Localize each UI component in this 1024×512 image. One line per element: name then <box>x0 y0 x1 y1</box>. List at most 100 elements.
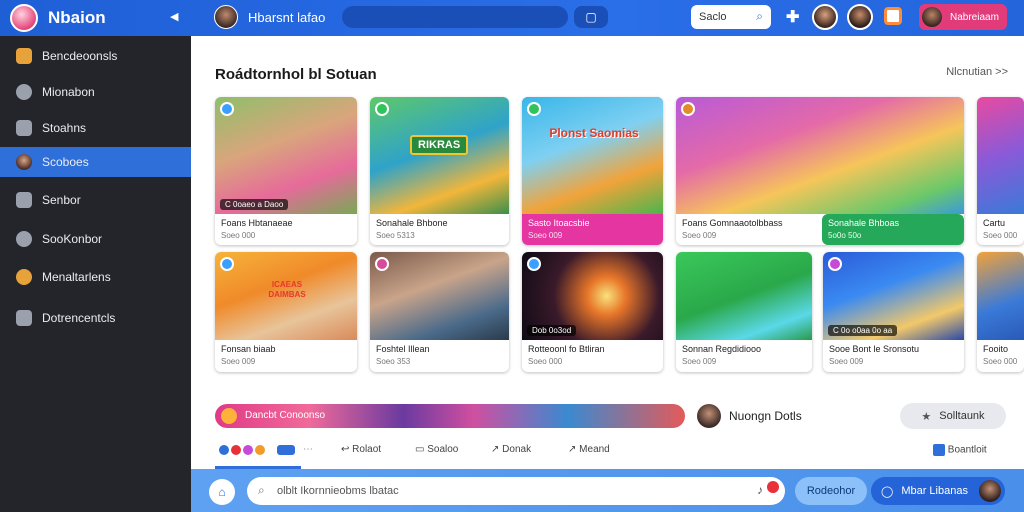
comment-input[interactable]: ⌕ olblt Ikornnieobms lbatac ♪ <box>247 477 785 505</box>
monitor-icon <box>16 192 32 208</box>
follow-button[interactable]: ★ Solltaunk <box>900 403 1006 429</box>
sidebar-item-8[interactable]: Dotrencentcls <box>0 303 191 333</box>
top-bar: Nbaion ◀ Hbarsnt lafao ▢ Saclo ⌕ ✚ Nabre… <box>0 0 1024 36</box>
flag-icon <box>933 444 945 456</box>
thumbnail-title: ICAEAS DAIMBAS <box>268 280 306 299</box>
video-card[interactable]: Dob 0o3od Rotteoonl fo Btliran Soeo 000 <box>522 252 663 372</box>
video-card[interactable]: Foshtel Illean Soeo 353 <box>370 252 509 372</box>
video-card[interactable]: Sonnan Regdidiooo Soeo 009 <box>676 252 812 372</box>
video-card[interactable]: Cartu Soeo 000 <box>977 97 1024 245</box>
creator-avatar <box>697 404 721 428</box>
sidebar: Bencdeoonsls Mionabon Stoahns Scoboes Se… <box>0 36 191 512</box>
collapse-sidebar-icon[interactable]: ◀ <box>170 10 178 23</box>
sidebar-item-7[interactable]: Menaltarlens <box>0 262 191 292</box>
thumb-button[interactable]: ↗ Donak <box>491 444 531 455</box>
featured-strip[interactable]: Dancbt Conoonso <box>215 404 685 428</box>
sidebar-item-6[interactable]: SooKonbor <box>0 224 191 254</box>
primary-button-label: Mbar Libanas <box>901 485 968 497</box>
sidebar-item-label: Stoahns <box>42 121 87 135</box>
home-icon[interactable]: ⌂ <box>209 479 235 505</box>
reaction-icon[interactable] <box>255 445 265 455</box>
live-dot-icon <box>681 102 695 116</box>
channel-avatar <box>214 5 238 29</box>
people-icon <box>16 269 32 285</box>
follow-label: Solltaunk <box>939 410 985 422</box>
document-icon <box>16 310 32 326</box>
reply-button[interactable]: ↩ Rolaot <box>341 444 381 455</box>
address-bar[interactable] <box>342 6 568 28</box>
user-chip[interactable]: Nabreiaam <box>919 4 1007 30</box>
sidebar-item-1[interactable]: Bencdeoonsls <box>0 41 191 71</box>
video-title: Foans Hbtanaeae <box>221 218 293 228</box>
video-thumbnail <box>522 97 663 214</box>
reply-label: Rolaot <box>352 444 382 455</box>
see-more-link[interactable]: Nlcnutian >> <box>946 66 1008 78</box>
star-icon: ★ <box>921 410 932 423</box>
main-content: Roádtornhol bl Sotuan Nlcnutian >> C 0oa… <box>191 36 1024 512</box>
report-button[interactable]: Boantloit <box>933 444 987 456</box>
comment-icon[interactable] <box>277 445 295 455</box>
video-card[interactable]: C 0oaeo a Daoo Foans Hbtanaeae Soeo 000 <box>215 97 357 245</box>
search-icon[interactable]: ⌕ <box>756 9 763 24</box>
search-value: Saclo <box>699 11 727 23</box>
cast-icon[interactable]: ▢ <box>574 6 608 28</box>
save-button[interactable]: ▭ Soaloo <box>415 444 458 455</box>
video-card[interactable]: Plonst Saomias Sasto Itoacsbie Soeo 009 <box>522 97 663 245</box>
primary-button[interactable]: ◯ Mbar Libanas <box>871 477 1005 505</box>
video-title: Sonahale Bhboas <box>828 218 900 228</box>
plus-icon[interactable]: ✚ <box>786 7 799 27</box>
live-dot-icon <box>375 257 389 271</box>
video-meta: Soeo 5313 <box>376 231 415 240</box>
channel-header[interactable]: Hbarsnt lafao <box>214 5 325 29</box>
app-logo[interactable]: Nbaion <box>10 4 106 32</box>
video-card[interactable]: ICAEAS DAIMBAS Fonsan biaab Soeo 009 <box>215 252 357 372</box>
heart-icon[interactable] <box>231 445 241 455</box>
sidebar-item-label: Scoboes <box>42 155 89 169</box>
creator-info[interactable]: Nuongn Dotls <box>697 404 802 428</box>
avatar[interactable] <box>812 4 838 30</box>
user-avatar <box>922 7 942 27</box>
action-bar: ⋯ ↩ Rolaot ▭ Soaloo ↗ Donak ↗ Meand Boan… <box>215 441 1005 461</box>
video-title: Fonsan biaab <box>221 344 276 354</box>
video-title: Foshtel Illean <box>376 344 430 354</box>
video-meta: Soeo 000 <box>983 231 1018 240</box>
secondary-button[interactable]: Rodeohor <box>795 477 867 505</box>
save-label: Soaloo <box>427 444 459 455</box>
live-dot-icon <box>828 257 842 271</box>
video-title: Rotteoonl fo Btliran <box>528 344 605 354</box>
report-label: Boantloit <box>947 444 987 456</box>
sidebar-item-label: Mionabon <box>42 85 95 99</box>
like-icon[interactable] <box>219 445 229 455</box>
video-meta: Soeo 000 <box>983 357 1018 366</box>
record-icon[interactable] <box>767 481 779 493</box>
reaction-icon[interactable] <box>243 445 253 455</box>
search-input[interactable]: Saclo ⌕ <box>691 5 771 29</box>
sidebar-item-3[interactable]: Stoahns <box>0 113 191 143</box>
video-thumbnail <box>370 97 509 214</box>
video-card[interactable]: RIKRAS Sonahale Bhbone Soeo 5313 <box>370 97 509 245</box>
compass-icon <box>16 84 32 100</box>
video-card-footer[interactable]: Sonahale Bhboas 5o0o 50o <box>822 214 964 245</box>
share-label: Meand <box>579 444 610 455</box>
more-icon[interactable]: ⋯ <box>303 444 313 455</box>
video-card[interactable]: Fooito Soeo 000 <box>977 252 1024 372</box>
live-dot-icon <box>375 102 389 116</box>
strip-label: Dancbt Conoonso <box>245 410 326 421</box>
video-title: Sonahale Bhbone <box>376 218 448 228</box>
folder-icon <box>16 48 32 64</box>
sidebar-item-2[interactable]: Mionabon <box>0 77 191 107</box>
video-title: Sonnan Regdidiooo <box>682 344 762 354</box>
video-meta: 5o0o 50o <box>828 231 862 240</box>
live-dot-icon <box>220 257 234 271</box>
share-button[interactable]: ↗ Meand <box>568 444 610 455</box>
mic-icon[interactable]: ♪ <box>757 483 763 497</box>
sidebar-item-4[interactable]: Scoboes <box>0 147 191 177</box>
notification-icon[interactable] <box>884 7 902 25</box>
video-title: Sasto Itoacsbie <box>528 218 590 228</box>
live-dot-icon <box>527 257 541 271</box>
sidebar-item-5[interactable]: Senbor <box>0 185 191 215</box>
avatar[interactable] <box>847 4 873 30</box>
video-card[interactable]: C 0o o0aa 0o aa Sooe Bont le Sronsotu So… <box>823 252 964 372</box>
video-meta: Soeo 009 <box>682 231 717 240</box>
secondary-button-label: Rodeohor <box>806 485 856 497</box>
